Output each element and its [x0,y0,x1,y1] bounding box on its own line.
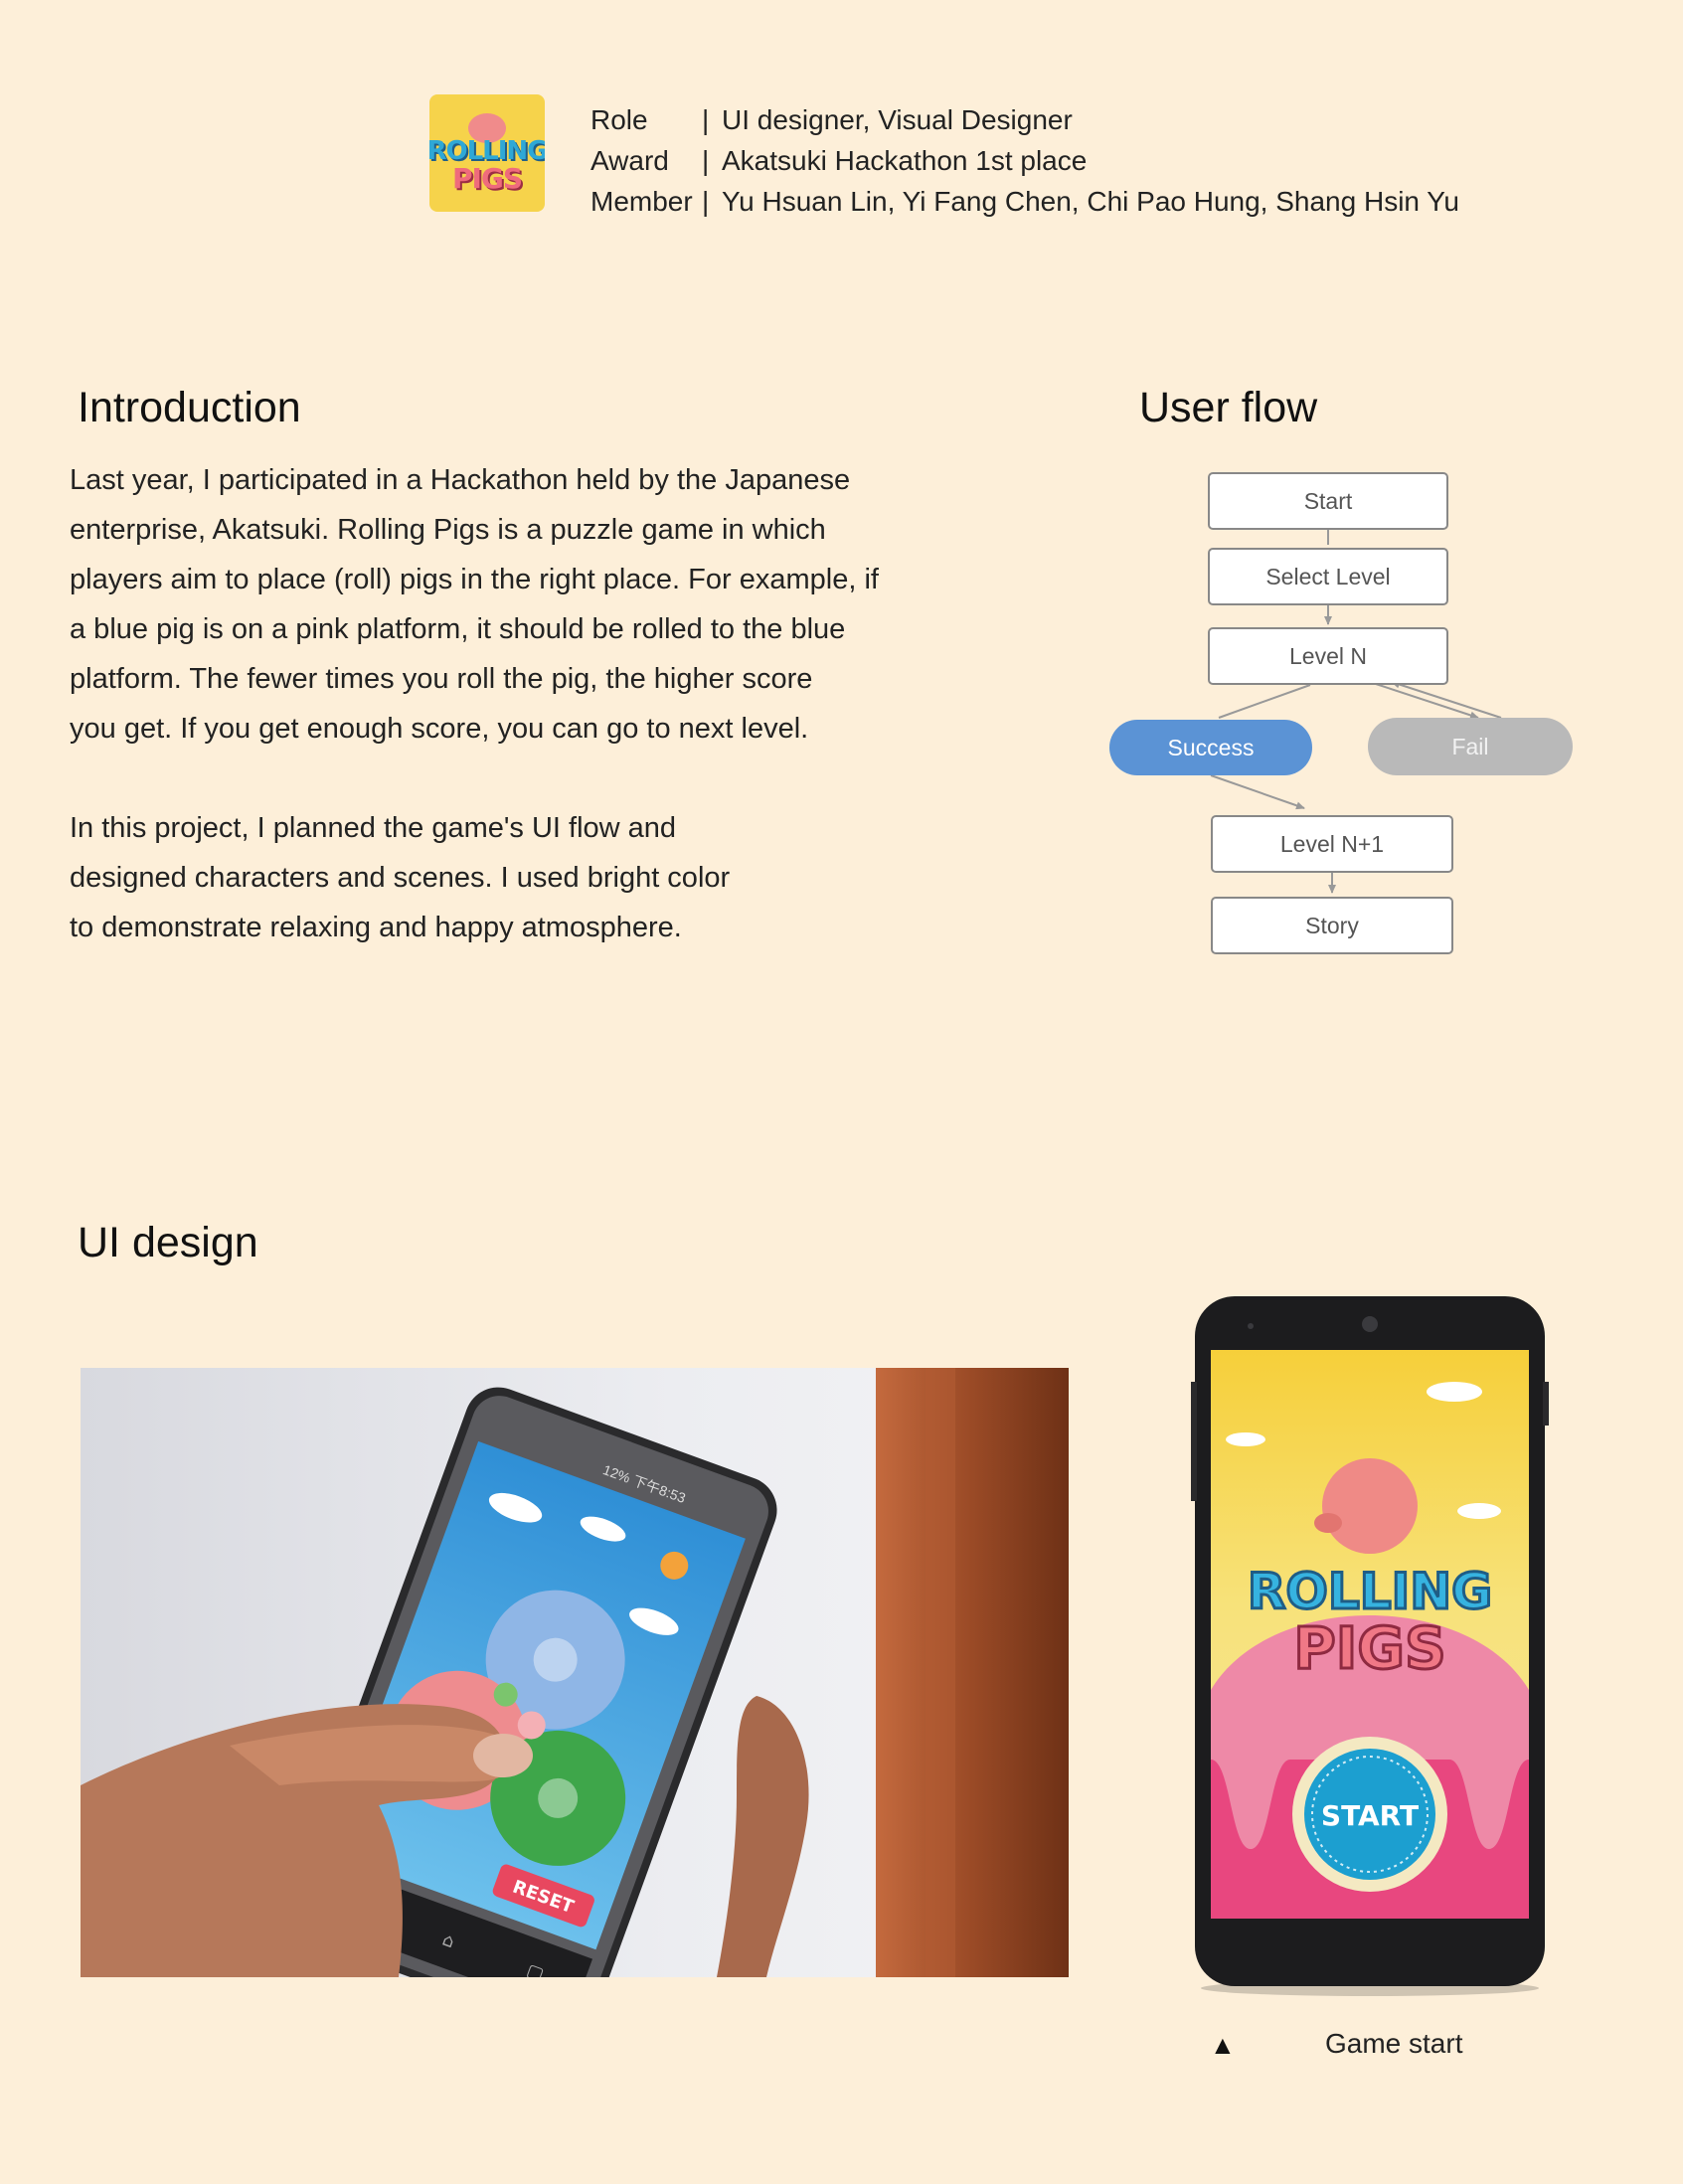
meta-value: UI designer, Visual Designer [722,104,1073,135]
meta-value: Akatsuki Hackathon 1st place [722,145,1088,176]
meta-label: Award [590,145,669,176]
project-meta: Role | UI designer, Visual Designer Awar… [590,99,1459,222]
gameplay-photo: 12% 下午8:53 RESET ↶ ⌂ ▢ [81,1368,1069,1977]
flow-node-label: Success [1168,735,1255,760]
flow-connector [1210,774,1305,810]
meta-row-role: Role | UI designer, Visual Designer [590,99,1459,140]
meta-separator: | [702,145,710,176]
ui-design-heading: UI design [78,1219,258,1266]
gameplay-photo-illustration: 12% 下午8:53 RESET ↶ ⌂ ▢ [81,1368,1069,1977]
flow-connector [1375,683,1479,720]
introduction-paragraph-1: Last year, I participated in a Hackathon… [70,455,879,754]
user-flow-heading: User flow [1139,384,1318,431]
mockup-caption: Game start [1325,2028,1463,2059]
flow-node-label: Fail [1451,734,1488,759]
meta-row-member: Member | Yu Hsuan Lin, Yi Fang Chen, Chi… [590,181,1459,222]
flow-node-label: Start [1304,488,1353,514]
flow-connector [1391,680,1502,719]
introduction-paragraph-2: In this project, I planned the game's UI… [70,803,730,952]
meta-row-award: Award | Akatsuki Hackathon 1st place [590,140,1459,181]
logo-text-line1: ROLLING [429,136,545,166]
meta-separator: | [702,104,710,135]
mockup-logo-line2: PIGS [1293,1614,1445,1682]
flow-node-label: Select Level [1265,564,1390,589]
pig-character [1322,1458,1418,1554]
flow-connector [1218,684,1311,719]
introduction-heading: Introduction [78,384,301,431]
text-line: Last year, I participated in a Hackathon… [70,464,851,496]
text-line: you get. If you get enough score, you ca… [70,713,809,745]
text-line: In this project, I planned the game's UI… [70,812,677,844]
text-line: platform. The fewer times you roll the p… [70,663,813,695]
meta-value: Yu Hsuan Lin, Yi Fang Chen, Chi Pao Hung… [722,186,1459,217]
front-camera-icon [1362,1316,1378,1332]
user-flow-diagram: Start Select Level Level N Success Fail … [1109,472,1573,954]
start-button-label: START [1321,1799,1419,1832]
meta-separator: | [702,186,710,217]
text-line: players aim to place (roll) pigs in the … [70,564,879,595]
phone-mockup: ROLLING PIGS START [1191,1296,1549,1996]
meta-label: Member [590,186,693,217]
meta-label: Role [590,104,648,135]
flow-node-label: Story [1305,913,1359,938]
caption-triangle-icon: ▲ [1210,2030,1236,2060]
text-line: to demonstrate relaxing and happy atmosp… [70,912,682,943]
text-line: enterprise, Akatsuki. Rolling Pigs is a … [70,514,826,546]
flow-node-label: Level N+1 [1280,831,1384,857]
text-line: a blue pig is on a pink platform, it sho… [70,613,846,645]
mockup-logo-line1: ROLLING [1248,1563,1492,1620]
logo-text-line2: PIGS [451,162,523,195]
text-line: designed characters and scenes. I used b… [70,862,731,894]
flow-node-label: Level N [1289,643,1367,669]
app-logo: ROLLING PIGS [429,94,545,212]
